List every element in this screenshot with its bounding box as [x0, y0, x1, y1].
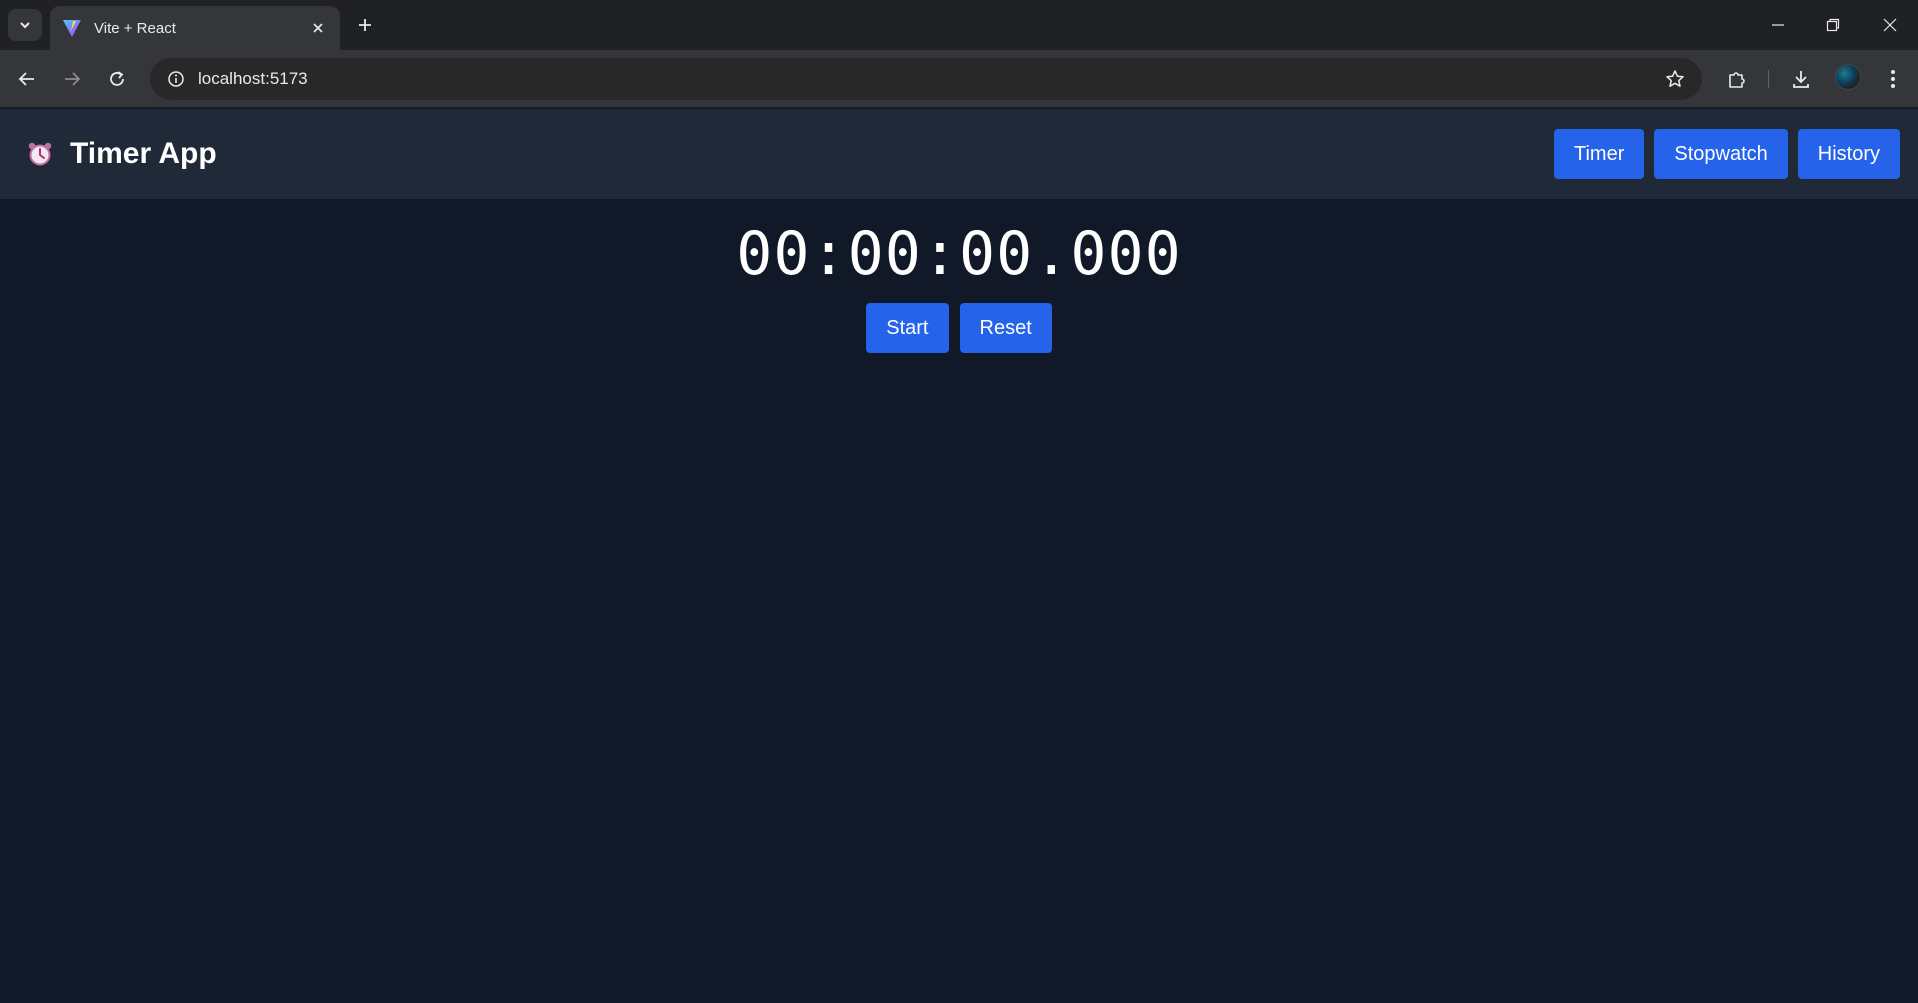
browser-tabstrip: Vite + React	[0, 0, 1918, 50]
url-text: localhost:5173	[198, 69, 308, 88]
download-icon	[1793, 71, 1809, 88]
app-title: Timer App	[70, 137, 217, 170]
arrow-left-icon	[18, 72, 34, 86]
reload-icon	[110, 71, 124, 86]
close-tab-button[interactable]	[308, 18, 328, 38]
reset-button[interactable]: Reset	[959, 303, 1052, 353]
toolbar-divider	[1768, 70, 1769, 88]
time-display: 00:00:00.000	[736, 219, 1182, 289]
stopwatch-panel: 00:00:00.000 Start Reset	[0, 199, 1918, 1003]
browser-toolbar: localhost:5173	[0, 50, 1918, 108]
close-window-button[interactable]	[1870, 8, 1910, 42]
close-icon	[313, 23, 323, 33]
stopwatch-controls: Start Reset	[866, 303, 1052, 353]
main-nav: Timer Stopwatch History	[1554, 129, 1900, 179]
address-bar[interactable]: localhost:5173	[150, 58, 1702, 100]
minimize-icon	[1772, 24, 1784, 26]
back-button[interactable]	[10, 62, 44, 96]
restore-button[interactable]	[1813, 8, 1853, 42]
plus-icon	[359, 19, 371, 31]
info-icon	[168, 71, 184, 87]
minimize-button[interactable]	[1758, 8, 1798, 42]
new-tab-button[interactable]	[352, 12, 378, 38]
puzzle-icon	[1729, 72, 1745, 88]
browser-tab[interactable]: Vite + React	[50, 6, 340, 50]
alarm-clock-icon	[26, 140, 54, 168]
more-vertical-icon	[1891, 70, 1895, 88]
reload-button[interactable]	[100, 62, 134, 96]
downloads-button[interactable]	[1784, 62, 1818, 96]
vite-logo-icon	[63, 20, 81, 37]
star-icon	[1666, 70, 1684, 87]
profile-avatar[interactable]	[1835, 64, 1861, 90]
nav-history-button[interactable]: History	[1797, 129, 1900, 179]
restore-icon	[1826, 18, 1840, 32]
site-info-button[interactable]	[162, 65, 190, 93]
nav-timer-button[interactable]: Timer	[1554, 129, 1645, 179]
nav-stopwatch-button[interactable]: Stopwatch	[1654, 129, 1788, 179]
bookmark-button[interactable]	[1662, 66, 1688, 92]
extensions-button[interactable]	[1720, 62, 1754, 96]
app-header: Timer App Timer Stopwatch History	[0, 109, 1918, 199]
arrow-right-icon	[65, 72, 81, 86]
tab-search-button[interactable]	[8, 9, 42, 41]
start-button[interactable]: Start	[866, 303, 949, 353]
browser-menu-button[interactable]	[1876, 62, 1910, 96]
forward-button[interactable]	[55, 62, 89, 96]
close-icon	[1883, 18, 1897, 32]
tab-title: Vite + React	[94, 19, 176, 37]
chevron-down-icon	[20, 22, 30, 29]
